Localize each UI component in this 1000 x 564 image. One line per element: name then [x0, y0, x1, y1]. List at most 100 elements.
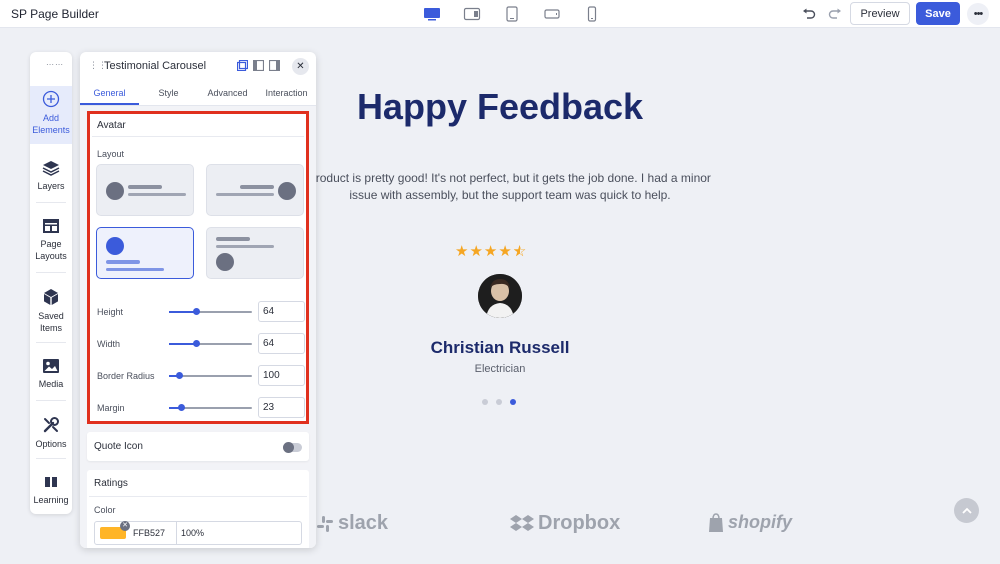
section-headline[interactable]: Happy Feedback	[320, 86, 680, 128]
tablet-portrait-icon[interactable]	[492, 5, 532, 23]
height-slider[interactable]	[169, 308, 252, 315]
divider	[92, 136, 304, 137]
more-options-button[interactable]: •••	[967, 3, 989, 25]
text-placeholder	[216, 245, 274, 248]
toggle-knob	[283, 442, 294, 453]
dock-right-icon[interactable]	[269, 60, 280, 71]
book-icon	[45, 477, 57, 487]
avatar[interactable]	[478, 274, 522, 318]
slider-handle[interactable]	[192, 340, 200, 347]
divider	[176, 522, 177, 544]
slider-handle[interactable]	[177, 404, 185, 411]
quote-icon-section: Quote Icon	[87, 432, 309, 461]
desktop-icon[interactable]	[412, 5, 452, 23]
undo-icon[interactable]	[800, 5, 818, 23]
device-switcher	[412, 5, 612, 23]
sidebar-item-label: Layers	[37, 181, 65, 191]
person-role[interactable]: Electrician	[400, 363, 600, 375]
cube-icon	[44, 289, 58, 305]
quote-icon-toggle[interactable]	[283, 442, 302, 453]
star-icon: ★	[455, 243, 469, 260]
star-icon: ★	[469, 243, 483, 260]
sidebar-item-label: Add Elements	[32, 113, 70, 135]
tab-general[interactable]: General	[80, 82, 139, 105]
sidebar-item-add-elements[interactable]: Add Elements	[30, 86, 72, 144]
app-title: SP Page Builder	[11, 7, 99, 21]
slack-logo: slack	[316, 512, 388, 535]
drag-handle-icon[interactable]: ⋯⋯	[46, 60, 64, 69]
chevron-up-icon	[961, 507, 972, 514]
layout-option-bottom[interactable]	[206, 227, 304, 279]
star-icon: ★	[498, 243, 512, 260]
sidebar-item-options[interactable]: Options	[30, 416, 72, 450]
slider-handle[interactable]	[175, 372, 183, 379]
tab-style[interactable]: Style	[139, 82, 198, 105]
dock-left-icon[interactable]	[253, 60, 264, 71]
border-radius-slider[interactable]	[169, 372, 252, 379]
width-input[interactable]: 64	[258, 333, 305, 354]
sidebar-item-saved-items[interactable]: Saved Items	[30, 288, 72, 334]
border-radius-control: Border Radius 100	[97, 365, 305, 387]
top-toolbar: SP Page Builder Preview Save •••	[0, 0, 1000, 28]
width-slider[interactable]	[169, 340, 252, 347]
text-placeholder	[128, 193, 186, 196]
mobile-landscape-icon[interactable]	[532, 5, 572, 23]
width-control: Width 64	[97, 333, 305, 355]
layout-option-top[interactable]	[96, 227, 194, 279]
border-radius-input[interactable]: 100	[258, 365, 305, 386]
carousel-dot-active[interactable]	[510, 399, 516, 405]
image-icon	[43, 359, 59, 373]
sidebar-item-label: Learning	[33, 495, 69, 505]
avatar-settings-section: Avatar Layout Height 64 Width 64 Border …	[87, 111, 309, 424]
carousel-dot[interactable]	[482, 399, 488, 405]
layout-option-left[interactable]	[96, 164, 194, 216]
carousel-dot[interactable]	[496, 399, 502, 405]
close-icon[interactable]: ✕	[292, 58, 309, 75]
mobile-portrait-icon[interactable]	[572, 5, 612, 23]
divider	[36, 272, 66, 273]
section-title: Avatar	[97, 120, 126, 131]
divider	[36, 202, 66, 203]
color-picker-field[interactable]: ✕ FFB527 100%	[94, 521, 302, 545]
height-input[interactable]: 64	[258, 301, 305, 322]
preview-button[interactable]: Preview	[850, 2, 910, 25]
color-opacity-value[interactable]: 100%	[181, 528, 204, 538]
text-placeholder	[106, 268, 164, 271]
divider	[36, 400, 66, 401]
tab-interaction[interactable]: Interaction	[257, 82, 316, 105]
text-placeholder	[128, 185, 162, 189]
section-title: Ratings	[94, 478, 128, 489]
sidebar-item-label: Options	[35, 439, 67, 449]
shopify-logo: shopify	[708, 512, 792, 533]
layers-icon	[42, 161, 60, 176]
detach-icon[interactable]	[237, 60, 248, 71]
tablet-landscape-icon[interactable]	[452, 5, 492, 23]
slider-handle[interactable]	[192, 308, 200, 315]
panel-body: Avatar Layout Height 64 Width 64 Border …	[80, 106, 316, 548]
page-layouts-icon	[43, 219, 59, 233]
sidebar-item-page-layouts[interactable]: Page Layouts	[30, 218, 72, 262]
divider	[89, 496, 307, 497]
margin-input[interactable]: 23	[258, 397, 305, 418]
layout-label: Layout	[97, 149, 125, 159]
person-name[interactable]: Christian Russell	[400, 338, 600, 358]
color-hex-value[interactable]: FFB527	[133, 528, 165, 538]
dropbox-icon	[510, 514, 534, 531]
shopify-wordmark: shopify	[728, 512, 793, 532]
quote-icon-label: Quote Icon	[94, 441, 143, 452]
clear-color-icon[interactable]: ✕	[120, 521, 130, 531]
sidebar-item-media[interactable]: Media	[30, 358, 72, 390]
layout-option-right[interactable]	[206, 164, 304, 216]
addon-settings-panel: ⋮⋮ Testimonial Carousel ✕ General Style …	[80, 52, 316, 548]
save-button[interactable]: Save	[916, 2, 960, 25]
color-label: Color	[94, 505, 116, 515]
sidebar-item-layers[interactable]: Layers	[30, 160, 72, 192]
shopify-bag-icon	[709, 512, 723, 532]
scroll-to-top-button[interactable]	[954, 498, 979, 523]
redo-icon[interactable]	[826, 5, 844, 23]
margin-label: Margin	[97, 403, 125, 413]
testimonial-quote[interactable]: product is pretty good! It's not perfect…	[300, 170, 720, 204]
margin-slider[interactable]	[169, 404, 252, 411]
sidebar-item-learning[interactable]: Learning	[30, 474, 72, 506]
tab-advanced[interactable]: Advanced	[198, 82, 257, 105]
